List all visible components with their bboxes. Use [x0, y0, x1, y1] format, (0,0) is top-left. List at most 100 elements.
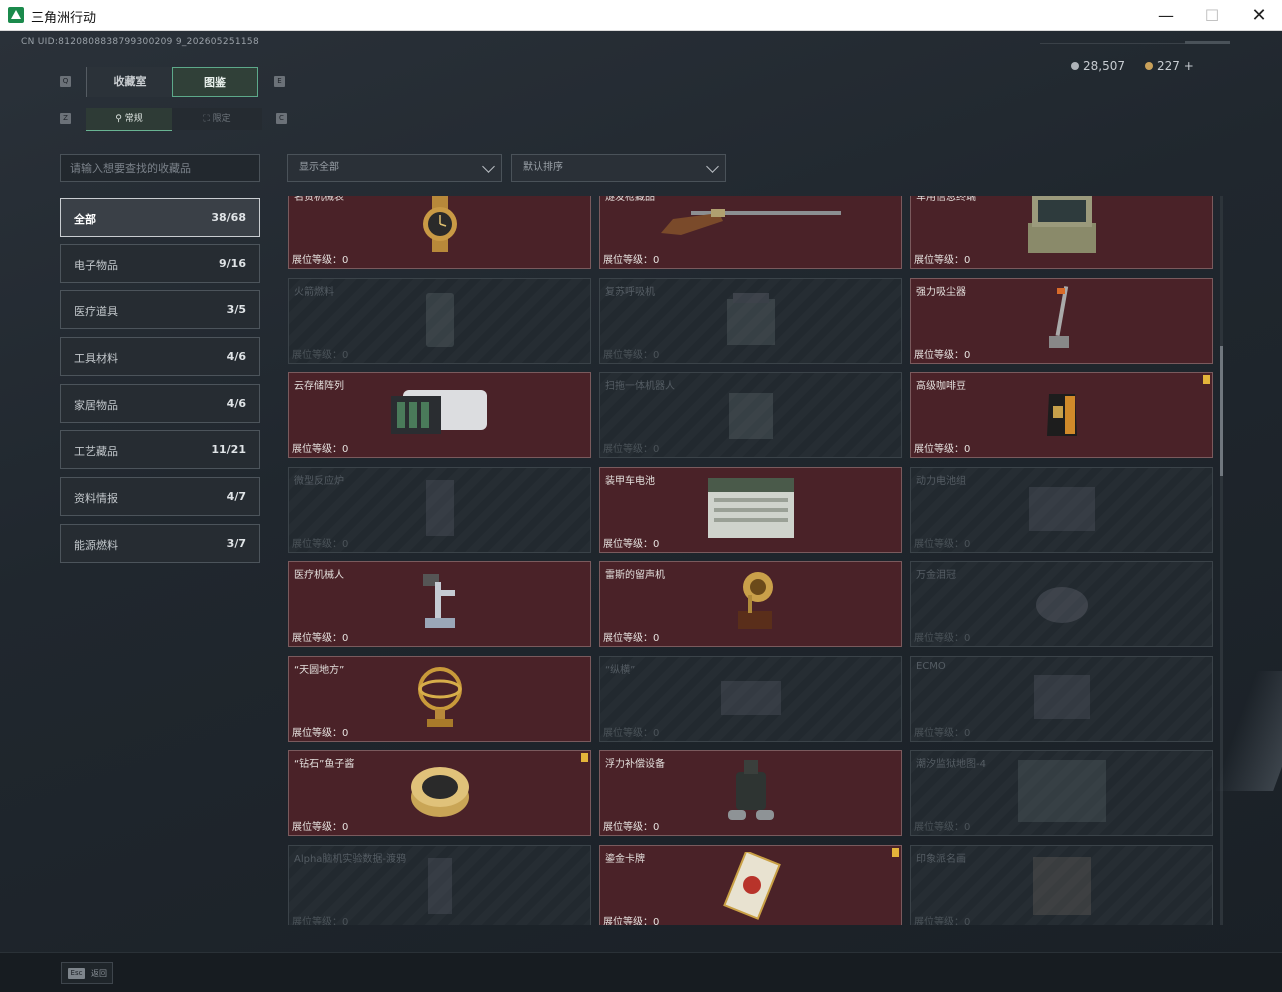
item-name: 燧发枪藏品 — [605, 196, 655, 203]
tab-prev-key-hint[interactable]: Q — [60, 76, 71, 87]
rocket-fuel-icon — [420, 289, 460, 353]
collection-item-card[interactable]: 浮力补偿设备 展位等级：0 — [599, 750, 902, 836]
item-name: 动力电池组 — [916, 475, 966, 487]
collection-item-card[interactable]: 鎏金卡牌展位等级：0 — [599, 844, 902, 926]
coffee-bag-icon — [1045, 388, 1079, 442]
collection-item-card[interactable]: 万金泪冠 展位等级：0 — [910, 561, 1213, 647]
item-level: 展位等级：0 — [603, 727, 660, 739]
category-intel[interactable]: 资料情报 4/7 — [60, 477, 260, 516]
subtab-prev-key-hint[interactable]: Z — [60, 113, 71, 124]
filter-dropdown[interactable]: 显示全部 — [287, 154, 502, 182]
item-name: “纵横” — [605, 664, 636, 676]
gold-currency[interactable]: 227 + — [1145, 59, 1194, 73]
category-tools[interactable]: 工具材料 4/6 — [60, 337, 260, 376]
item-level: 展位等级：0 — [603, 538, 660, 550]
category-all[interactable]: 全部 38/68 — [60, 198, 260, 237]
item-name: Alpha脑机实验数据-渡鸦 — [294, 853, 407, 865]
collection-item-card[interactable]: 名贵机械表 展位等级：0 — [288, 196, 591, 269]
vehicle-battery-icon — [706, 476, 796, 544]
gold-coin-icon — [1145, 62, 1153, 70]
collection-item-card[interactable]: 扫拖一体机器人 展位等级：0 — [599, 372, 902, 458]
watch-icon — [418, 196, 462, 256]
item-level: 展位等级：0 — [603, 916, 660, 926]
collection-item-card[interactable]: 高级咖啡豆 展位等级：0 — [910, 372, 1213, 458]
category-medical[interactable]: 医疗道具 3/5 — [60, 290, 260, 329]
tab-collection-room[interactable]: 收藏室 — [86, 67, 173, 97]
item-name: 万金泪冠 — [916, 570, 956, 581]
item-name: 鎏金卡牌 — [605, 853, 645, 865]
collection-item-card[interactable]: 潮汐监狱地图-4 展位等级：0 — [910, 750, 1213, 836]
collection-item-card[interactable]: 印象派名画 展位等级：0 — [910, 844, 1213, 926]
collection-item-card[interactable]: “钻石”鱼子酱 展位等级：0 — [288, 750, 591, 836]
item-level: 展位等级：0 — [292, 822, 349, 833]
collection-item-card[interactable]: 动力电池组 展位等级：0 — [910, 466, 1213, 553]
search-input[interactable] — [61, 155, 259, 181]
armillary-sphere-icon — [415, 665, 465, 733]
esc-key-hint: Esc — [68, 968, 85, 979]
ecmo-icon — [1030, 669, 1094, 729]
brain-data-icon — [420, 854, 460, 922]
category-energy[interactable]: 能源燃料 3/7 — [60, 524, 260, 563]
subtab-regular[interactable]: ⚲ 常规 — [86, 108, 172, 131]
item-name: 浮力补偿设备 — [605, 759, 665, 770]
item-level: 展位等级：0 — [914, 822, 971, 833]
item-name: 强力吸尘器 — [916, 286, 966, 298]
ventilator-icon — [721, 289, 781, 353]
item-name: “天圆地方” — [294, 664, 345, 676]
back-button[interactable]: Esc 返回 — [61, 962, 113, 984]
collection-item-card[interactable]: “纵横” 展位等级：0 — [599, 655, 902, 742]
player-uid: CN UID:8120808838799300209 9_20260525115… — [21, 37, 259, 47]
item-level: 展位等级：0 — [914, 727, 971, 739]
maximize-button[interactable]: ☐ — [1189, 0, 1235, 31]
gilded-card-icon — [720, 849, 782, 924]
top-divider — [1040, 43, 1190, 44]
collection-item-card[interactable]: Alpha脑机实验数据-渡鸦 展位等级：0 — [288, 844, 591, 925]
collection-item-card[interactable]: 雷斯的留声机 展位等级：0 — [599, 561, 902, 647]
subtab-limited[interactable]: ⛶ 限定 — [172, 108, 262, 130]
item-name: 高级咖啡豆 — [916, 381, 966, 392]
collection-item-card[interactable]: 微型反应炉 展位等级：0 — [288, 466, 591, 553]
painting-icon — [1031, 855, 1093, 921]
window-title: 三角洲行动 — [31, 11, 97, 26]
crown-icon — [1032, 577, 1092, 631]
scrollbar-thumb[interactable] — [1220, 346, 1223, 476]
search-box[interactable] — [60, 154, 260, 182]
collection-item-card[interactable]: 装甲车电池展位等级：0 — [599, 466, 902, 553]
grid-scrollbar[interactable] — [1220, 196, 1223, 925]
collection-item-card[interactable]: ECMO 展位等级：0 — [910, 655, 1213, 742]
item-name: 装甲车电池 — [605, 475, 655, 487]
tab-codex[interactable]: 图鉴 — [172, 67, 258, 97]
sort-dropdown[interactable]: 默认排序 — [511, 154, 726, 182]
collection-item-card[interactable]: 燧发枪藏品 展位等级：0 — [599, 196, 902, 269]
collection-item-card[interactable]: 医疗机械人展位等级：0 — [288, 561, 591, 647]
item-level: 展位等级：0 — [292, 444, 349, 455]
background-decoration — [1213, 671, 1282, 791]
collection-item-card[interactable]: 火箭燃料 展位等级：0 — [288, 277, 591, 364]
category-electronics[interactable]: 电子物品 9/16 — [60, 244, 260, 283]
collection-item-card[interactable]: “天圆地方” 展位等级：0 — [288, 655, 591, 742]
item-level: 展位等级：0 — [914, 255, 971, 266]
collection-item-card[interactable]: 复苏呼吸机 展位等级：0 — [599, 277, 902, 364]
storage-array-icon — [390, 386, 489, 444]
item-name: 医疗机械人 — [294, 570, 344, 581]
chessboard-icon — [719, 675, 783, 723]
chevron-down-icon — [706, 160, 719, 173]
item-level: 展位等级：0 — [914, 916, 971, 926]
collection-item-card[interactable]: 强力吸尘器展位等级：0 — [910, 277, 1213, 364]
item-name: “钻石”鱼子酱 — [294, 759, 355, 770]
collection-item-card[interactable]: 云存储阵列 展位等级：0 — [288, 372, 591, 458]
category-household[interactable]: 家居物品 4/6 — [60, 384, 260, 423]
category-crafts[interactable]: 工艺藏品 11/21 — [60, 430, 260, 469]
item-level: 展位等级：0 — [292, 633, 349, 644]
vacuum-cleaner-icon — [1047, 285, 1077, 356]
close-button[interactable]: ✕ — [1236, 0, 1282, 31]
silver-coin-icon — [1071, 62, 1079, 70]
item-level: 展位等级：0 — [914, 349, 971, 361]
subtab-next-key-hint[interactable]: C — [276, 113, 287, 124]
collection-item-card[interactable]: 军用信息终端 展位等级：0 — [910, 196, 1213, 269]
item-name: 微型反应炉 — [294, 475, 344, 487]
tab-next-key-hint[interactable]: E — [274, 76, 285, 87]
minimize-button[interactable]: — — [1143, 0, 1189, 31]
item-level: 展位等级：0 — [603, 349, 660, 361]
game-viewport: CN UID:8120808838799300209 9_20260525115… — [0, 31, 1282, 992]
